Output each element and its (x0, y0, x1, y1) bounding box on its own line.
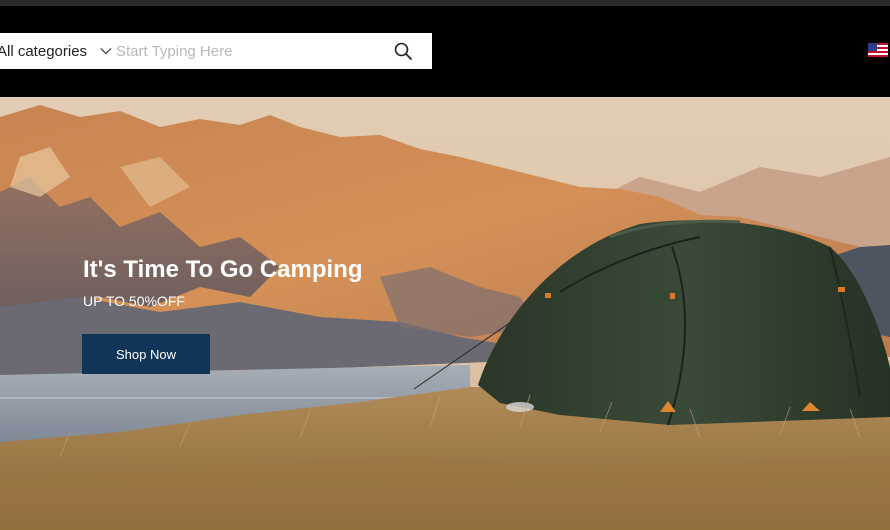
us-flag-icon[interactable] (868, 43, 888, 57)
category-select[interactable]: All categories (0, 33, 112, 69)
hero-title: It's Time To Go Camping (83, 256, 363, 283)
site-header: All categories (0, 6, 890, 97)
hero-subtitle: UP TO 50%OFF (83, 293, 185, 309)
hero-background-image (0, 97, 890, 530)
hero-banner: It's Time To Go Camping UP TO 50%OFF Sho… (0, 97, 890, 530)
shop-now-button[interactable]: Shop Now (82, 334, 210, 374)
chevron-down-icon (100, 47, 112, 55)
search-icon[interactable] (394, 42, 412, 60)
search-bar: All categories (0, 33, 432, 69)
search-input[interactable] (112, 33, 382, 69)
category-select-label: All categories (0, 42, 88, 60)
